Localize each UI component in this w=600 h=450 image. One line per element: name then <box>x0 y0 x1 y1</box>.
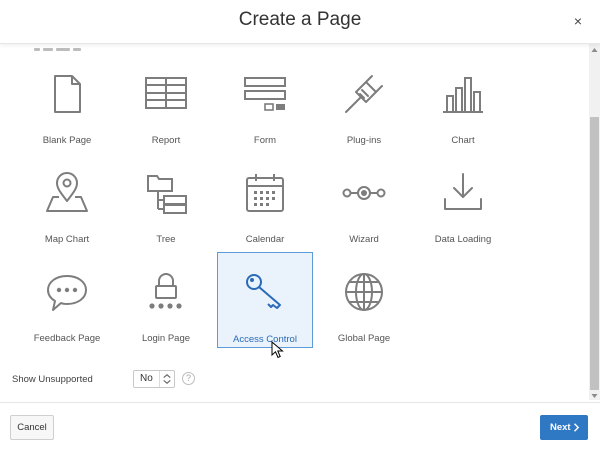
wizard-icon <box>342 186 386 200</box>
mouse-cursor-icon <box>271 341 284 359</box>
tile-form[interactable]: Form <box>217 54 313 150</box>
tile-blank-page[interactable]: Blank Page <box>19 54 115 150</box>
up-down-arrows-icon <box>159 371 171 387</box>
tile-label: Data Loading <box>434 234 492 245</box>
tile-feedback-page[interactable]: Feedback Page <box>19 252 115 348</box>
show-unsupported-label: Show Unsupported <box>12 374 93 385</box>
scroll-up-arrow-icon[interactable] <box>589 44 600 56</box>
form-icon <box>244 77 286 111</box>
chevron-right-icon <box>574 423 580 432</box>
tile-label: Blank Page <box>42 135 92 146</box>
show-unsupported-value: No <box>140 373 153 384</box>
tile-label: Chart <box>451 135 475 146</box>
tile-label: Wizard <box>349 234 379 245</box>
tile-label: Plug-ins <box>346 135 382 146</box>
key-icon <box>246 274 281 309</box>
cancel-button[interactable]: Cancel <box>10 415 54 440</box>
tile-map-chart[interactable]: Map Chart <box>19 153 115 249</box>
create-page-dialog: Create a Page × Blank Page Report Form P… <box>0 0 600 450</box>
dialog-title: Create a Page <box>238 9 362 30</box>
next-button[interactable]: Next <box>540 415 588 440</box>
tile-wizard[interactable]: Wizard <box>316 153 412 249</box>
speech-bubble-icon <box>47 275 87 311</box>
dialog-header: Create a Page × <box>0 0 600 44</box>
tile-label: Feedback Page <box>33 333 101 344</box>
dialog-body: Blank Page Report Form Plug-ins Chart Ma… <box>0 44 588 400</box>
tree-icon <box>147 175 187 214</box>
scroll-down-arrow-icon[interactable] <box>589 390 600 402</box>
tile-label: Calendar <box>245 234 285 245</box>
tile-login-page[interactable]: Login Page <box>118 252 214 348</box>
tile-data-loading[interactable]: Data Loading <box>415 153 511 249</box>
lock-icon <box>149 273 182 309</box>
tile-label: Login Page <box>141 333 191 344</box>
tile-label: Report <box>151 135 181 146</box>
tile-label: Form <box>253 135 277 146</box>
tile-report[interactable]: Report <box>118 54 214 150</box>
download-tray-icon <box>444 173 482 210</box>
tile-label: Access Control <box>233 334 297 345</box>
blank-page-icon <box>54 75 81 113</box>
chart-icon <box>443 77 483 113</box>
report-icon <box>145 77 187 109</box>
tile-plug-ins[interactable]: Plug-ins <box>316 54 412 150</box>
tile-label: Global Page <box>337 333 391 344</box>
tile-label: Map Chart <box>44 234 90 245</box>
globe-icon <box>345 273 383 311</box>
dialog-footer: Cancel Next <box>0 402 600 450</box>
help-icon[interactable]: ? <box>182 372 195 385</box>
calendar-icon <box>246 174 284 212</box>
tile-access-control[interactable]: Access Control <box>217 252 313 348</box>
tile-calendar[interactable]: Calendar <box>217 153 313 249</box>
map-pin-icon <box>46 172 88 212</box>
next-button-label: Next <box>550 422 571 433</box>
show-unsupported-select[interactable]: No <box>133 370 175 388</box>
tile-global-page[interactable]: Global Page <box>316 252 412 348</box>
plug-icon <box>345 75 383 113</box>
scrollbar-thumb[interactable] <box>590 117 599 390</box>
tile-tree[interactable]: Tree <box>118 153 214 249</box>
tile-chart[interactable]: Chart <box>415 54 511 150</box>
tile-label: Tree <box>156 234 176 245</box>
clipped-content <box>34 44 114 51</box>
close-icon[interactable]: × <box>570 12 586 30</box>
